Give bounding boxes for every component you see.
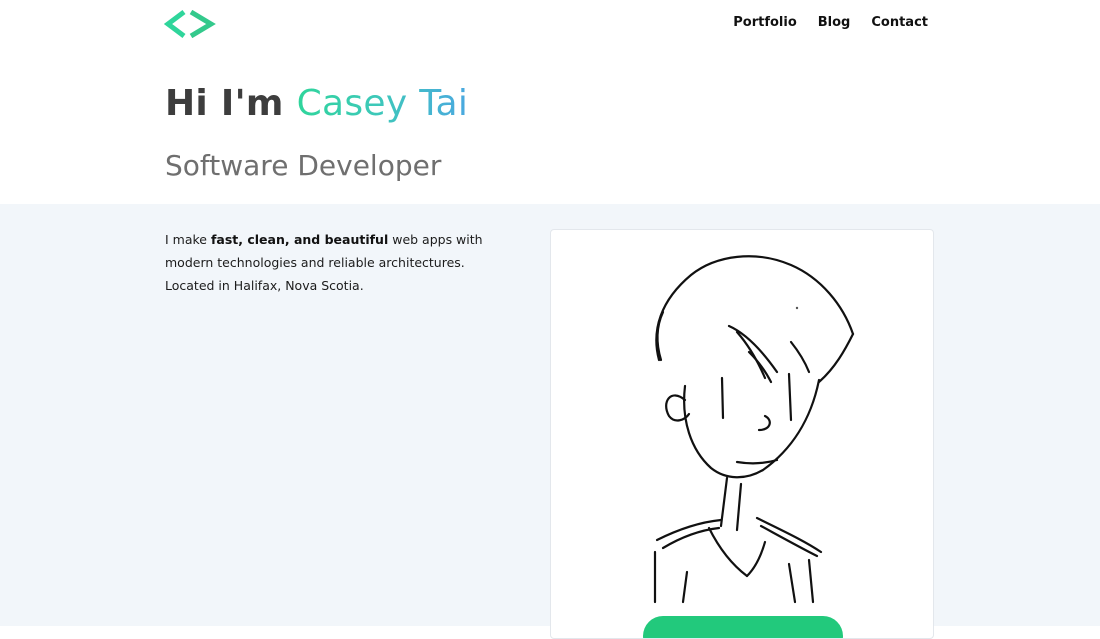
intro-location: Located in Halifax, Nova Scotia. bbox=[165, 278, 364, 293]
site-header: Portfolio Blog Contact Hi I'm Casey Tai … bbox=[0, 0, 1100, 204]
hero-heading: Hi I'm Casey Tai bbox=[165, 78, 468, 130]
about-section: I make fast, clean, and beautiful web ap… bbox=[0, 204, 1100, 639]
portrait-card bbox=[550, 229, 934, 639]
nav-link-blog[interactable]: Blog bbox=[818, 14, 851, 32]
intro-emphasis: fast, clean, and beautiful bbox=[210, 232, 389, 247]
hero-greeting: Hi I'm bbox=[165, 83, 297, 124]
nav-link-portfolio[interactable]: Portfolio bbox=[733, 14, 797, 32]
intro-text: I make fast, clean, and beautiful web ap… bbox=[165, 228, 495, 297]
intro-prefix: I make bbox=[165, 232, 211, 247]
cta-button[interactable] bbox=[643, 616, 843, 638]
main-nav: Portfolio Blog Contact bbox=[733, 14, 928, 32]
nav-link-contact[interactable]: Contact bbox=[871, 14, 928, 32]
hero-name: Casey Tai bbox=[296, 83, 469, 124]
self-portrait-sketch bbox=[653, 255, 855, 604]
hero-subtitle: Software Developer bbox=[165, 149, 442, 182]
code-brackets-icon[interactable] bbox=[164, 10, 220, 38]
